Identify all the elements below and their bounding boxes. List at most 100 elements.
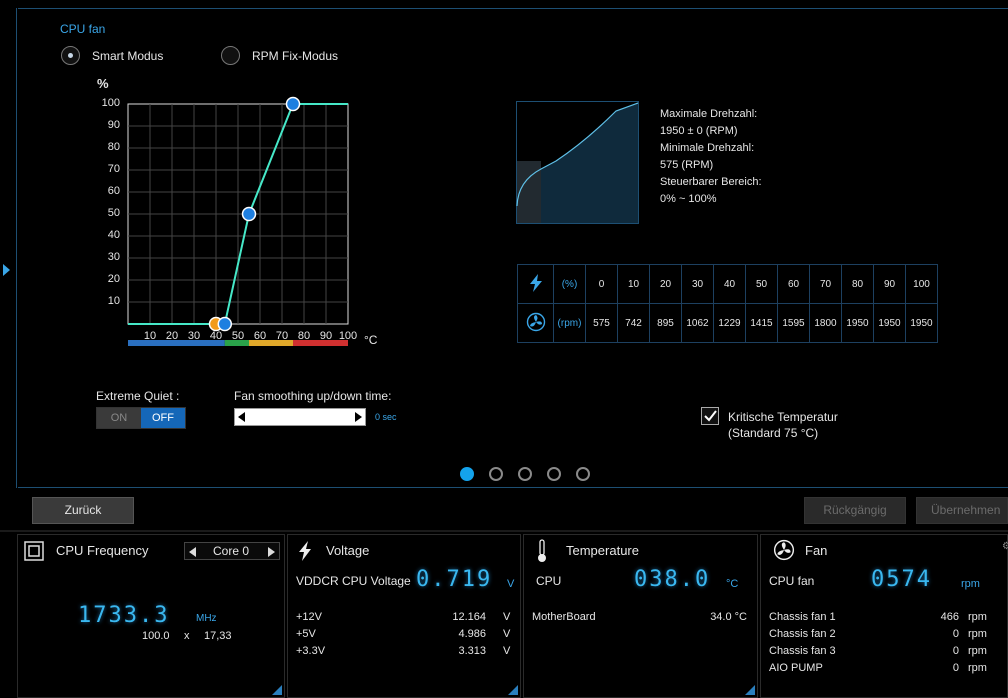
reading-unit: V <box>503 628 511 640</box>
cpu-fan-label: CPU fan <box>769 574 815 588</box>
curve-y-tick: 80 <box>107 141 120 153</box>
reading-name: Chassis fan 3 <box>769 645 836 657</box>
voltage-panel: Voltage VDDCR CPU Voltage 0.719 V +12V 12… <box>287 534 521 698</box>
critical-temp-label: Kritische Temperatur <box>728 410 838 424</box>
base-clock: 100.0 <box>142 630 170 642</box>
apply-button[interactable]: Übernehmen <box>916 497 1008 524</box>
cpu-temp-label: CPU <box>536 574 562 588</box>
curve-y-tick: 70 <box>107 163 120 175</box>
reading-value: 4.986 <box>458 628 486 640</box>
smoothing-slider[interactable] <box>234 408 366 426</box>
temperature-title: Temperature <box>566 543 639 558</box>
extreme-quiet-off[interactable]: OFF <box>141 408 185 428</box>
extreme-quiet-on[interactable]: ON <box>97 408 141 428</box>
core-next-arrow-icon[interactable] <box>268 547 275 557</box>
rpm-table-rpm-cell: 742 <box>617 303 650 343</box>
panel-resize-corner[interactable] <box>508 685 518 695</box>
cpu-fan-value: 0574 <box>871 567 932 592</box>
page-dot-5[interactable] <box>576 467 590 481</box>
reading-name: MotherBoard <box>532 611 596 623</box>
smart-mode-radio[interactable] <box>61 46 80 65</box>
reading-unit: rpm <box>968 611 987 623</box>
cpu-fan-unit: rpm <box>961 578 980 590</box>
rpm-table-rpm-cell: 1950 <box>873 303 906 343</box>
curve-zone-bar <box>128 340 225 346</box>
curve-point-2[interactable] <box>217 316 233 332</box>
reading-unit: V <box>503 611 511 623</box>
fan-curve-chart[interactable] <box>120 90 360 346</box>
reading-name: AIO PUMP <box>769 662 823 674</box>
range-label: Steuerbarer Bereich: <box>660 176 762 188</box>
back-button[interactable]: Zurück <box>32 497 134 524</box>
settings-gear-icon[interactable]: ⚙ <box>1002 541 1008 552</box>
extreme-quiet-label: Extreme Quiet : <box>96 389 180 403</box>
reading-name: Chassis fan 1 <box>769 611 836 623</box>
curve-point-4[interactable] <box>285 96 301 112</box>
vddcr-label: VDDCR CPU Voltage <box>296 574 411 588</box>
slider-left-arrow-icon[interactable] <box>238 412 245 422</box>
footer-divider <box>18 487 1008 488</box>
rpm-fix-mode-radio[interactable] <box>221 46 240 65</box>
multiply-sign: x <box>184 630 190 642</box>
core-prev-arrow-icon[interactable] <box>189 547 196 557</box>
cpu-temp-value: 038.0 <box>634 567 711 592</box>
curve-y-tick: 100 <box>101 97 120 109</box>
page-dot-4[interactable] <box>547 467 561 481</box>
rpm-table-rpm-cell: 1229 <box>713 303 746 343</box>
curve-y-tick: 50 <box>107 207 120 219</box>
slider-right-arrow-icon[interactable] <box>355 412 362 422</box>
extreme-quiet-toggle[interactable]: ON OFF <box>96 407 186 429</box>
page-dot-1[interactable] <box>460 467 474 481</box>
smoothing-value: 0 sec <box>375 412 397 422</box>
reading-unit: rpm <box>968 645 987 657</box>
page-dot-2[interactable] <box>489 467 503 481</box>
rpm-table-percent-cell: 100 <box>905 264 938 304</box>
curve-x-unit: °C <box>364 333 378 347</box>
rpm-table-rpm-cell: 1950 <box>841 303 874 343</box>
rpm-table-percent-cell: 40 <box>713 264 746 304</box>
cpu-temp-unit: °C <box>726 578 739 590</box>
reading-value: 466 <box>940 611 959 623</box>
rpm-table-rpm-cell: 1415 <box>745 303 778 343</box>
core-selector[interactable]: Core 0 <box>184 542 280 560</box>
rpm-table-rpm-cell: 1950 <box>905 303 938 343</box>
cpu-chip-icon <box>24 541 44 561</box>
reading-name: +5V <box>296 628 316 640</box>
rpm-table-rpm-cell: 575 <box>585 303 618 343</box>
rpm-table-percent-cell: 10 <box>617 264 650 304</box>
undo-button[interactable]: Rückgängig <box>804 497 906 524</box>
checkmark-icon <box>704 410 717 422</box>
thermometer-icon <box>538 539 546 562</box>
section-title: CPU fan <box>60 22 106 36</box>
temperature-panel: Temperature CPU 038.0 °C MotherBoard 34.0… <box>523 534 758 698</box>
rpm-graph-min-zone <box>517 161 541 223</box>
reading-unit: V <box>503 645 511 657</box>
smart-mode-label[interactable]: Smart Modus <box>92 49 163 63</box>
fan-icon <box>517 303 554 343</box>
rpm-fix-mode-label[interactable]: RPM Fix-Modus <box>252 49 338 63</box>
curve-y-tick: 40 <box>107 229 120 241</box>
expand-left-arrow-icon[interactable] <box>3 264 10 276</box>
reading-value: 12.164 <box>452 611 486 623</box>
max-rpm-label: Maximale Drehzahl: <box>660 108 758 120</box>
rpm-table: (%) 0 10 20 30 40 50 60 70 80 90 100 (rpm) 575 742 8… <box>517 264 938 343</box>
rpm-table-rpm-cell: 1595 <box>777 303 810 343</box>
critical-temp-checkbox[interactable] <box>701 407 719 425</box>
multiplier: 17,33 <box>204 630 232 642</box>
top-border <box>18 8 1008 9</box>
voltage-title: Voltage <box>326 543 370 558</box>
curve-point-3[interactable] <box>241 206 257 222</box>
reading-value: 0 <box>952 645 959 657</box>
curve-y-tick: 30 <box>107 251 120 263</box>
fan-panel: Fan CPU fan 0574 rpm Chassis fan 1 466 rpm… <box>760 534 1008 698</box>
panel-resize-corner[interactable] <box>745 685 755 695</box>
rpm-table-percent-cell: 80 <box>841 264 874 304</box>
rpm-range-graph <box>516 101 639 224</box>
max-rpm-value: 1950 ± 0 (RPM) <box>660 125 738 137</box>
rpm-table-percent-cell: 60 <box>777 264 810 304</box>
panel-resize-corner[interactable] <box>272 685 282 695</box>
page-dot-3[interactable] <box>518 467 532 481</box>
vddcr-unit: V <box>507 578 515 590</box>
rpm-table-percent-cell: 30 <box>681 264 714 304</box>
range-value: 0% ~ 100% <box>660 193 717 205</box>
